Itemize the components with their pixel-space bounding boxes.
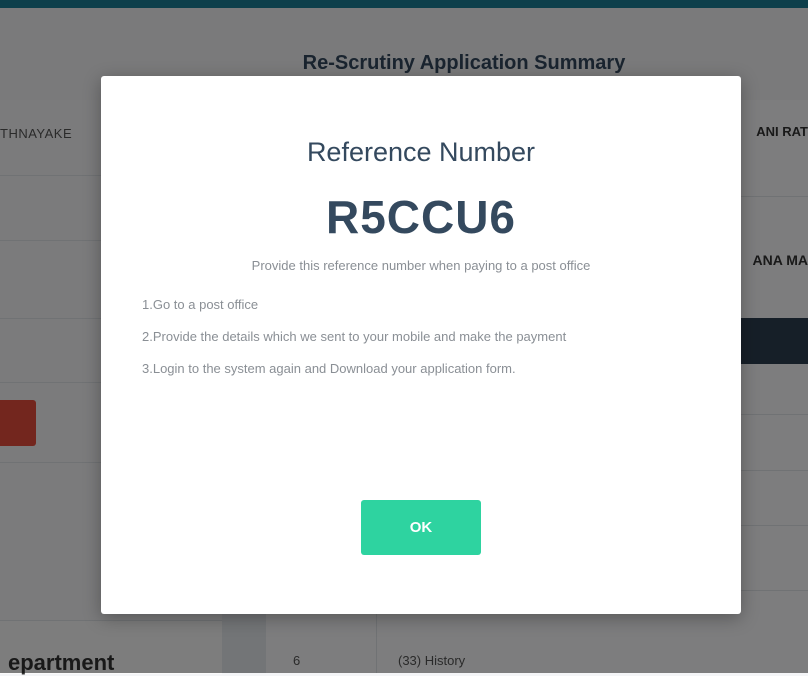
dialog-title: Reference Number	[306, 137, 536, 167]
instruction-step: 3.Login to the system again and Download…	[142, 361, 516, 376]
dialog-hint: Provide this reference number when payin…	[251, 258, 591, 273]
reference-code: R5CCU6	[325, 191, 517, 243]
instruction-list: 1.Go to a post office 2.Provide the deta…	[142, 296, 702, 392]
instruction-step: 1.Go to a post office	[142, 297, 259, 312]
instruction-step: 2.Provide the details which we sent to y…	[142, 329, 567, 344]
ok-button[interactable]: OK	[361, 500, 481, 555]
reference-number-dialog: Reference Number R5CCU6 Provide this ref…	[101, 76, 741, 614]
